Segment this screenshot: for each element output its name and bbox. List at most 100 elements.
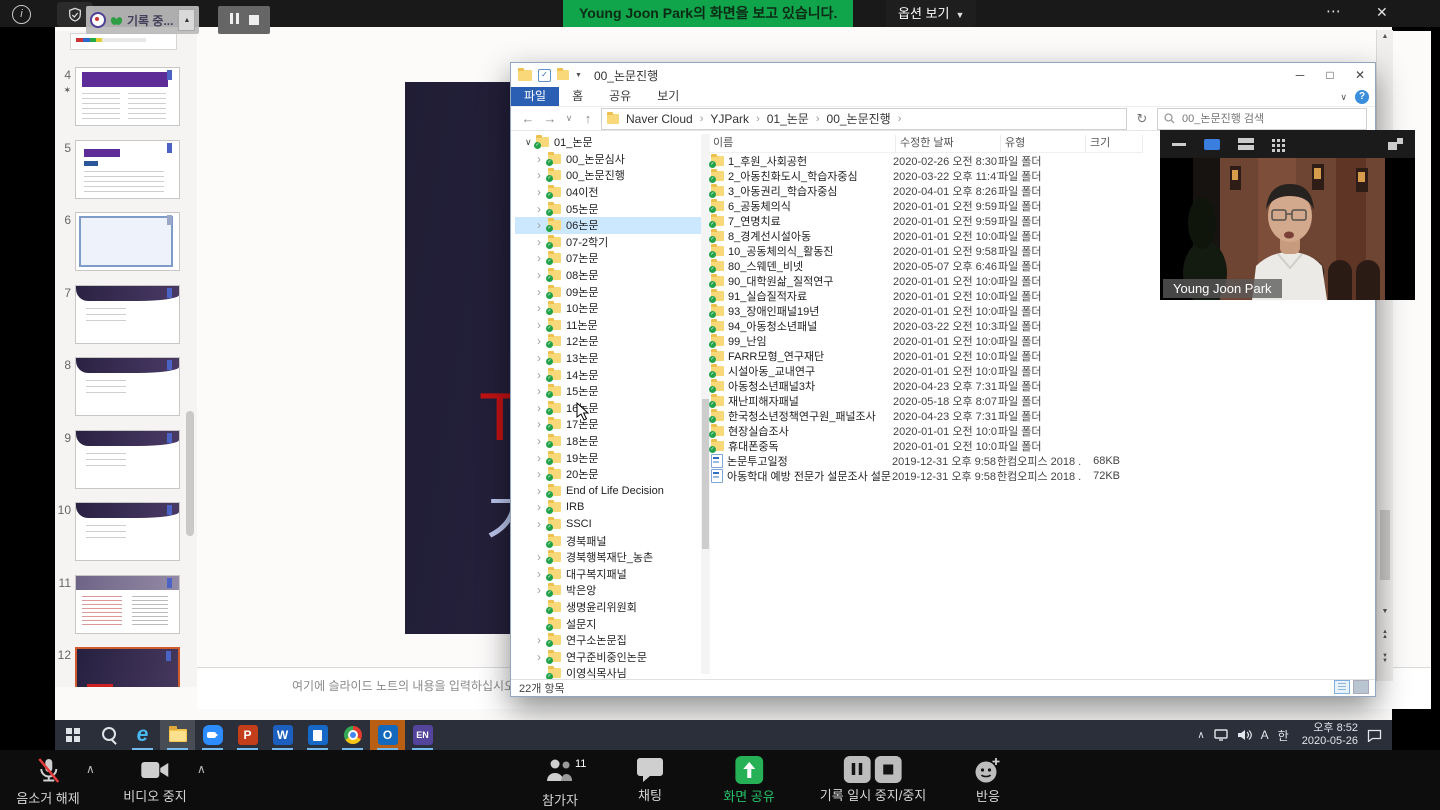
- tree-item[interactable]: 이영식목사님: [515, 665, 701, 680]
- stop-recording-icon[interactable]: [875, 756, 902, 783]
- next-slide-button[interactable]: ▼▼: [1377, 654, 1393, 664]
- tree-item[interactable]: ›06논문: [515, 217, 701, 234]
- slide-thumbnail[interactable]: 4✶: [57, 67, 189, 126]
- tree-item[interactable]: ›16논문: [515, 400, 701, 417]
- column-header[interactable]: 이름: [709, 135, 896, 152]
- details-view-icon[interactable]: [1334, 680, 1350, 694]
- tree-item[interactable]: ›00_논문심사: [515, 151, 701, 168]
- tree-item[interactable]: ›SSCI: [515, 516, 701, 533]
- slide-thumbnail[interactable]: 5: [57, 140, 189, 199]
- chrome-taskbar-button[interactable]: [335, 720, 370, 750]
- tree-item[interactable]: ›연구준비중인논문: [515, 648, 701, 665]
- close-button[interactable]: ✕: [1345, 63, 1375, 87]
- ribbon-collapse-icon[interactable]: ∨: [1340, 92, 1347, 103]
- hancom-taskbar-button[interactable]: [300, 720, 335, 750]
- up-button[interactable]: ↑: [579, 111, 597, 126]
- explorer-titlebar[interactable]: ✓ ▼ 00_논문진행 ─ □ ✕: [511, 63, 1375, 87]
- file-row[interactable]: 93_장애인패널19년2020-01-01 오전 10:00파일 폴더: [709, 303, 1359, 318]
- maximize-button[interactable]: □: [1315, 63, 1345, 87]
- gallery-view-icon[interactable]: [1272, 139, 1275, 142]
- tree-item[interactable]: 경북패널: [515, 532, 701, 549]
- slide-thumb-box[interactable]: [75, 502, 180, 561]
- video-feed[interactable]: Young Joon Park: [1160, 158, 1415, 300]
- recent-locations-icon[interactable]: ∨: [563, 113, 575, 124]
- search-box[interactable]: [1157, 108, 1367, 130]
- breadcrumb-item[interactable]: Naver Cloud: [621, 112, 698, 126]
- clock[interactable]: 오후 8:52 2020-05-26: [1302, 722, 1358, 748]
- powerpoint-taskbar-button[interactable]: P: [230, 720, 265, 750]
- slide-thumb-box[interactable]: [75, 67, 180, 126]
- hidden-icons-chevron-icon[interactable]: ∧: [1197, 730, 1204, 741]
- strip-view-icon[interactable]: [1238, 138, 1254, 150]
- quick-access-check-icon[interactable]: ✓: [538, 69, 551, 82]
- tree-item[interactable]: ›09논문: [515, 283, 701, 300]
- tree-item[interactable]: ›05논문: [515, 200, 701, 217]
- file-row[interactable]: 아동학대 예방 전문가 설문조사 설문지2019-12-31 오후 9:58한컴…: [709, 468, 1359, 483]
- start-taskbar-button[interactable]: [55, 720, 90, 750]
- minimize-button[interactable]: ─: [1285, 63, 1315, 87]
- refresh-icon[interactable]: ↻: [1131, 111, 1153, 127]
- back-button[interactable]: ←: [519, 111, 537, 126]
- slide-thumbnail-partial[interactable]: [70, 33, 177, 50]
- reactions-button[interactable]: 반응: [974, 756, 1002, 805]
- tree-item[interactable]: ›04이전: [515, 184, 701, 201]
- popout-view-icon[interactable]: [1388, 138, 1403, 150]
- active-speaker-view-icon[interactable]: [1204, 139, 1220, 150]
- breadcrumb[interactable]: Naver Cloud›YJPark›01_논문›00_논문진행›: [601, 108, 1127, 130]
- file-row[interactable]: FARR모형_연구재단2020-01-01 오전 10:01파일 폴더: [709, 348, 1359, 363]
- pause-recording-icon[interactable]: [230, 11, 239, 29]
- tree-item[interactable]: ›12논문: [515, 333, 701, 350]
- slide-thumb-box[interactable]: [75, 430, 180, 489]
- unmute-button[interactable]: 음소거 해제: [16, 756, 79, 807]
- scroll-up-icon[interactable]: ▲: [1377, 33, 1393, 40]
- record-pause-stop-button[interactable]: 기록 일시 중지/중지: [820, 756, 927, 804]
- chat-button[interactable]: 채팅: [636, 756, 664, 804]
- ppt-vertical-scrollbar[interactable]: ▲ ▼ ▲▲ ▼▼: [1376, 30, 1393, 681]
- tree-item[interactable]: ›18논문: [515, 433, 701, 450]
- share-screen-button[interactable]: 화면 공유: [723, 756, 774, 805]
- ie-taskbar-button[interactable]: e: [125, 720, 160, 750]
- tree-item[interactable]: ›10논문: [515, 300, 701, 317]
- slide-thumb-box[interactable]: [75, 140, 180, 199]
- slide-thumb-box[interactable]: [75, 285, 180, 344]
- ribbon-tab-0[interactable]: 파일: [511, 87, 559, 106]
- tree-item[interactable]: ›00_논문진행: [515, 167, 701, 184]
- outlook-taskbar-button[interactable]: O: [370, 720, 405, 750]
- slide-thumbnail[interactable]: 10: [57, 502, 189, 561]
- tree-item[interactable]: 설문지: [515, 615, 701, 632]
- tree-item[interactable]: ›IRB: [515, 499, 701, 516]
- tree-item[interactable]: ›13논문: [515, 350, 701, 367]
- tree-item[interactable]: ›대구복지패널: [515, 565, 701, 582]
- endnote-taskbar-button[interactable]: EN: [405, 720, 440, 750]
- slide-thumbnail-panel[interactable]: 4✶56789101112: [55, 31, 198, 687]
- collapse-recorder-icon[interactable]: ▲: [178, 9, 195, 31]
- action-center-icon[interactable]: [1367, 729, 1382, 742]
- tree-item[interactable]: ›19논문: [515, 449, 701, 466]
- breadcrumb-item[interactable]: 00_논문진행: [822, 110, 896, 127]
- tree-item[interactable]: ›20논문: [515, 466, 701, 483]
- scroll-down-icon[interactable]: ▼: [1377, 608, 1393, 615]
- tree-item[interactable]: ›경북행복재단_농촌: [515, 549, 701, 566]
- tree-item[interactable]: ›08논문: [515, 267, 701, 284]
- pause-recording-icon[interactable]: [844, 756, 871, 783]
- view-options-button[interactable]: 옵션 보기▼: [886, 0, 976, 27]
- previous-slide-button[interactable]: ▲▲: [1377, 630, 1393, 640]
- tree-item[interactable]: ›14논문: [515, 366, 701, 383]
- slide-thumb-box[interactable]: [75, 575, 180, 634]
- network-icon[interactable]: [1214, 729, 1228, 741]
- slide-thumb-box[interactable]: [75, 647, 180, 687]
- tree-item[interactable]: ∨01_논문: [515, 134, 695, 151]
- slide-thumbnail[interactable]: 8: [57, 357, 189, 416]
- search-taskbar-button[interactable]: [90, 720, 125, 750]
- file-row[interactable]: 한국청소년정책연구원_패널조사2020-04-23 오후 7:31파일 폴더: [709, 408, 1359, 423]
- forward-button[interactable]: →: [541, 111, 559, 126]
- slide-thumbnail[interactable]: 11: [57, 575, 189, 634]
- audio-options-chevron-icon[interactable]: ∧: [86, 762, 95, 776]
- window-close-icon[interactable]: ✕: [1376, 4, 1388, 21]
- breadcrumb-item[interactable]: YJPark: [705, 112, 754, 126]
- ribbon-tab-3[interactable]: 보기: [644, 87, 692, 106]
- tree-item[interactable]: ›07-2학기: [515, 234, 701, 251]
- file-row[interactable]: 휴대폰중독2020-01-01 오전 10:01파일 폴더: [709, 438, 1359, 453]
- ime-latin-indicator[interactable]: A: [1261, 728, 1269, 742]
- video-options-chevron-icon[interactable]: ∧: [197, 762, 206, 776]
